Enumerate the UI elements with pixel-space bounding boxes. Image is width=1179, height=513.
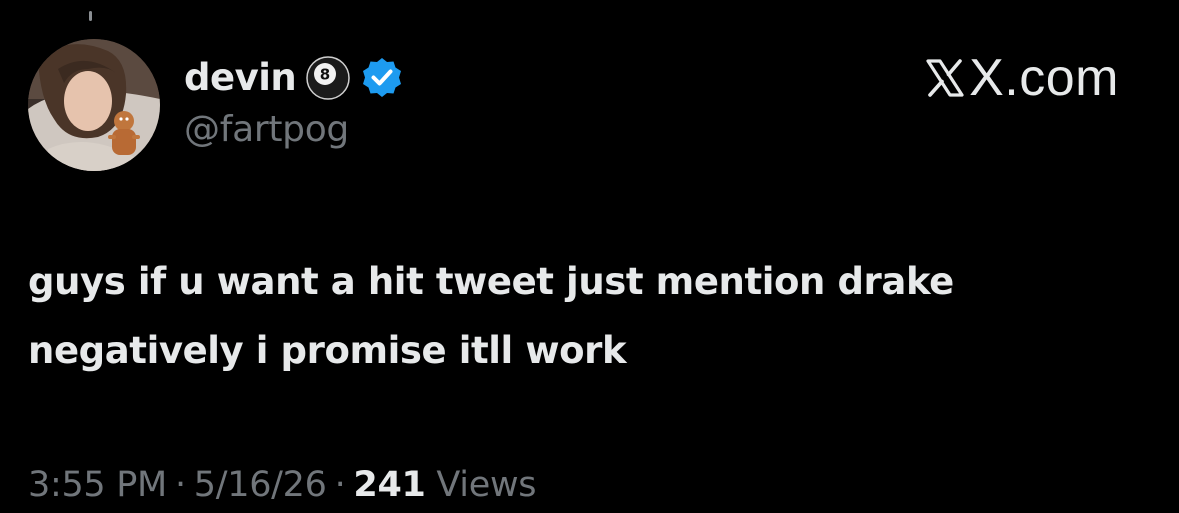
post-text: guys if u want a hit tweet just mention … [28,247,1148,385]
post-time[interactable]: 3:55 PM [28,465,167,505]
eight-ball-icon: 8 [306,56,350,100]
divider [89,11,92,21]
x-logo-icon [925,58,965,98]
meta-separator: · [334,465,346,505]
post-text-line: guys if u want a hit tweet just mention … [28,260,954,303]
brand-text: X.com [969,49,1119,107]
brand-watermark: X.com [925,51,1119,105]
avatar[interactable] [28,39,160,171]
post-screenshot: devin 8 @fartpog X.com guys if u want a … [0,0,1179,513]
views-count[interactable]: 241 [353,465,425,505]
views-label[interactable]: Views [436,465,536,505]
svg-text:8: 8 [320,66,330,84]
author-display-name[interactable]: devin [184,55,297,101]
post-meta: 3:55 PM · 5/16/26 · 241 Views [28,462,537,508]
author-handle[interactable]: @fartpog [184,107,349,153]
verified-badge-icon[interactable] [360,56,404,100]
post-date[interactable]: 5/16/26 [194,465,327,505]
avatar-photo [28,39,160,171]
post-text-line: negatively i promise itll work [28,329,627,372]
author-name-row: devin 8 [184,55,404,101]
meta-separator: · [174,465,186,505]
